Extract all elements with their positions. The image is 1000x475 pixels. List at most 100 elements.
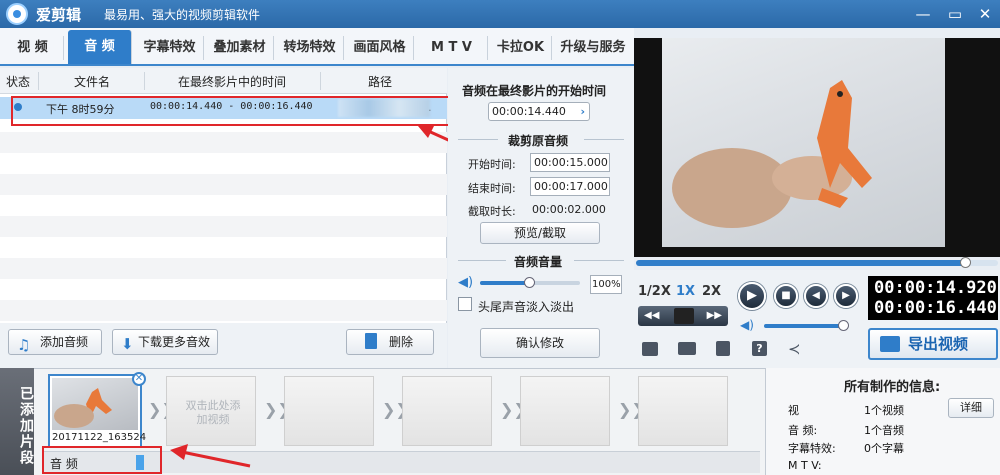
table-header: 状态 文件名 在最终影片中的时间 路径 [0,68,447,94]
info-value-audio: 1个音频 [864,424,904,437]
step-back-icon[interactable]: ◀◀ [644,306,659,326]
export-icon [880,336,900,352]
title-bar: 爱剪辑 最易用、强大的视频剪辑软件 — ▭ ✕ [0,0,1000,28]
empty-clip-slot[interactable] [638,376,728,446]
added-clips-sidebar: 已添加片段 [0,368,34,475]
divider [574,260,624,261]
volume-slider[interactable] [480,277,580,288]
clip-preview [54,388,112,428]
trim-audio-title: 裁剪原音频 [508,134,569,148]
volume-knob[interactable] [524,277,535,288]
tab-audio[interactable]: 音 频 [68,30,132,64]
speaker-icon: ◀) [458,275,474,290]
tab-video[interactable]: 视 频 [2,36,64,60]
folder-icon[interactable] [678,342,696,355]
fade-checkbox[interactable] [458,297,472,311]
list-item [0,300,447,321]
snapshot-icon[interactable] [642,342,658,356]
header-time: 在最终影片中的时间 [178,75,287,89]
play-button[interactable]: ▶ [738,282,766,310]
remove-clip-icon[interactable]: ✕ [132,372,146,386]
detail-button[interactable]: 详细 [948,398,994,418]
fade-label: 头尾声音淡入淡出 [478,300,575,314]
next-frame-button[interactable]: ▶ [834,284,858,308]
list-item [0,195,447,216]
info-value-subtitle: 0个字幕 [864,442,904,455]
tab-upgrade-service[interactable]: 升级与服务 [554,36,632,60]
tab-transition-effects[interactable]: 转场特效 [276,36,344,60]
start-time-title: 音频在最终影片的开始时间 [462,84,607,98]
download-more-sounds-button[interactable]: ⬇ 下载更多音效 [112,329,218,355]
header-status: 状态 [6,75,31,89]
add-audio-label: 添加音频 [39,335,88,349]
close-button[interactable]: ✕ [974,4,996,24]
tab-subtitle-effects[interactable]: 字幕特效 [136,36,204,60]
help-icon[interactable]: ? [752,341,767,356]
trim-start-time-field[interactable]: 00:00:15.000 [530,153,610,172]
final-start-time-field[interactable]: 00:00:14.440 › [488,102,590,121]
download-more-label: 下载更多音效 [137,335,210,349]
empty-clip-slot[interactable] [402,376,492,446]
red-arrow-annotation [170,444,251,468]
export-video-button[interactable]: 导出视频 [868,328,998,360]
list-item [0,132,447,153]
speed-half[interactable]: 1/2X [638,284,671,299]
trim-end-time-field[interactable]: 00:00:17.000 [530,177,610,196]
video-progress-knob[interactable] [960,257,972,268]
info-title: 所有制作的信息: [844,380,941,395]
start-time-label: 开始时间: [468,158,516,171]
save-icon[interactable] [716,341,730,356]
list-item [0,237,447,258]
confirm-changes-button[interactable]: 确认修改 [480,328,600,358]
divider [458,139,498,140]
speed-double[interactable]: 2X [702,284,721,299]
audio-settings-panel: 音频在最终影片的开始时间 00:00:14.440 › 裁剪原音频 开始时间: … [448,68,634,368]
main-tab-bar: 视 频 音 频 字幕特效 叠加素材 转场特效 画面风格 M T V 卡拉OK 升… [0,28,634,66]
clip-thumbnail-selected[interactable]: 20171122_163524 [48,374,146,448]
info-label-video: 视 [788,404,799,417]
download-icon: ⬇ [121,335,134,353]
tab-overlay-material[interactable]: 叠加素材 [206,36,274,60]
minimize-button[interactable]: — [912,4,934,24]
maximize-button[interactable]: ▭ [944,4,966,24]
tab-karaoke[interactable]: 卡拉OK [490,36,552,60]
step-forward-icon[interactable]: ▶▶ [707,306,722,326]
final-start-time-value: 00:00:14.440 [492,105,566,118]
info-label-mtv: M T V: [788,459,822,472]
export-label: 导出视频 [908,335,969,353]
highlight-box [11,96,453,126]
header-divider [144,72,145,90]
stop-button[interactable]: ■ [774,284,798,308]
divider [584,139,624,140]
player-volume-knob[interactable] [838,320,849,331]
trash-icon [365,333,377,349]
player-volume-slider[interactable] [764,324,844,328]
list-item [0,258,447,279]
frame-step-bar[interactable]: ◀◀ ▶▶ [638,306,728,326]
empty-clip-slot[interactable] [520,376,610,446]
empty-clip-slot[interactable] [284,376,374,446]
delete-button[interactable]: 删除 [346,329,434,355]
speed-normal[interactable]: 1X [676,284,695,299]
tab-picture-style[interactable]: 画面风格 [346,36,414,60]
tab-mtv[interactable]: M T V [416,36,488,60]
header-divider [320,72,321,90]
app-logo-icon [6,3,28,25]
app-subtitle: 最易用、强大的视频剪辑软件 [104,8,261,22]
highlight-box [42,446,162,474]
header-path: 路径 [368,75,393,89]
add-video-placeholder[interactable]: 双击此处添加视频 [166,376,256,446]
jog-wheel[interactable] [674,308,694,324]
share-icon[interactable]: ≺ [788,340,801,358]
volume-fill [480,281,530,285]
prev-frame-button[interactable]: ◀ [804,284,828,308]
add-audio-button[interactable]: ♫ 添加音频 [8,329,102,355]
info-label-audio: 音 频: [788,424,818,437]
preview-trim-button[interactable]: 预览/截取 [480,222,600,244]
list-item [0,216,447,237]
player-volume-icon: ◀) [740,318,754,332]
placeholder-text: 双击此处添加视频 [185,399,241,426]
clip-name: 20171122_163524 [52,432,147,443]
volume-value-field[interactable]: 100% [590,275,622,294]
header-filename: 文件名 [74,75,111,89]
